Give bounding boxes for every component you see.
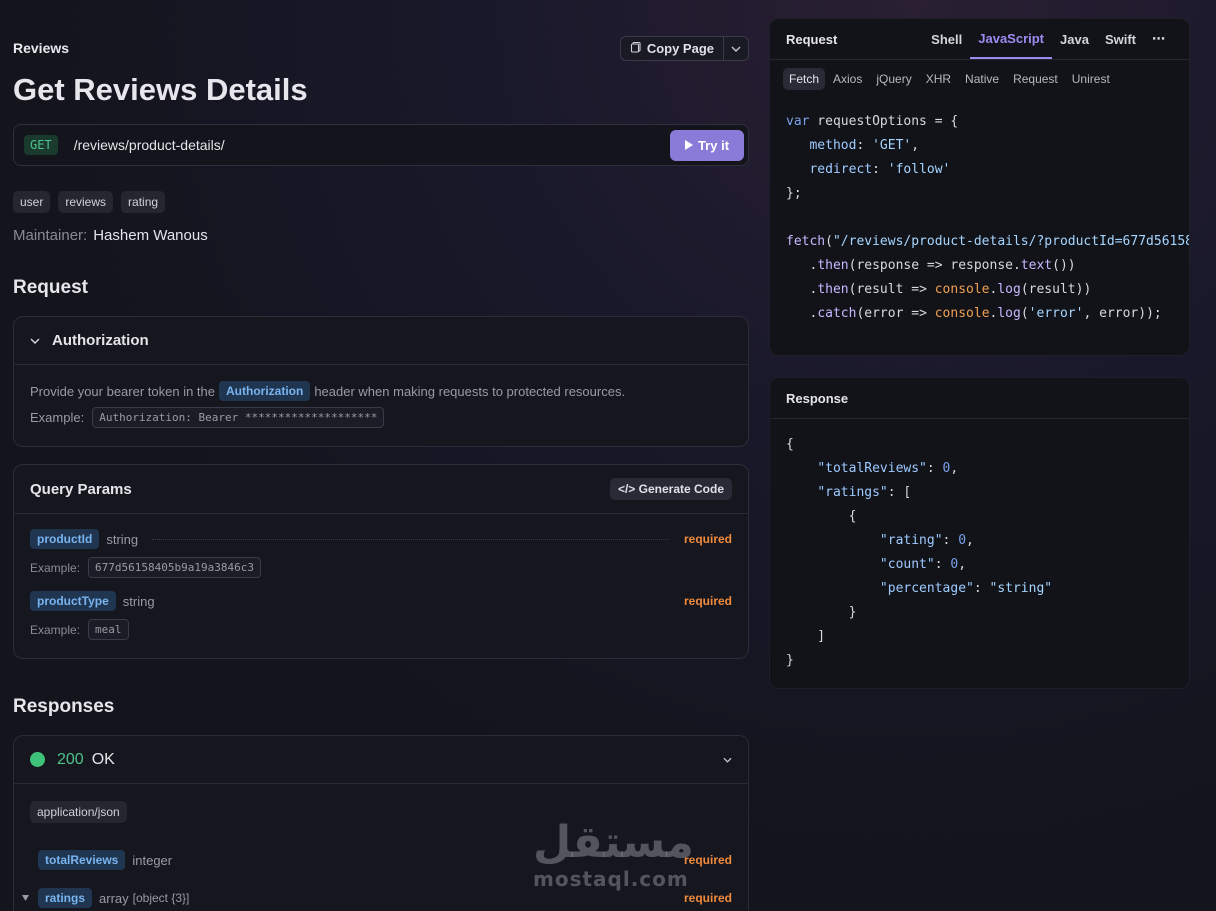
param-name: productType: [30, 591, 116, 611]
tab-axios[interactable]: Axios: [827, 68, 868, 90]
param-product-id: productId string required Example: 677d5…: [30, 529, 732, 578]
copy-icon: [630, 41, 642, 56]
param-type: string: [122, 593, 155, 609]
tag-list: user reviews rating: [13, 191, 166, 213]
response-200-header[interactable]: 200 OK: [14, 736, 748, 784]
status-text: OK: [91, 750, 115, 768]
required-label: required: [683, 891, 732, 905]
watermark-logo: مستقل mostaql.com: [533, 817, 694, 891]
responses-heading: Responses: [13, 696, 115, 717]
authorization-title: Authorization: [52, 332, 149, 349]
example-label: Example:: [30, 410, 85, 425]
divider: [152, 538, 668, 540]
tag: reviews: [58, 191, 114, 213]
chevron-down-icon: [30, 337, 40, 344]
content-type-badge: application/json: [30, 801, 127, 823]
generate-code-label: Generate Code: [638, 482, 724, 496]
tab-jquery[interactable]: jQuery: [870, 68, 917, 90]
authorization-text: header when making requests to protected…: [314, 383, 626, 399]
query-params-card: Query Params </> Generate Code productId…: [13, 464, 749, 659]
query-params-title: Query Params: [30, 480, 132, 498]
tab-request[interactable]: Request: [1007, 68, 1064, 90]
maintainer: Maintainer: Hashem Wanous: [13, 227, 208, 244]
generate-code-button[interactable]: </> Generate Code: [609, 478, 732, 500]
watermark-latin: mostaql.com: [533, 867, 689, 891]
example-value: Authorization: Bearer ******************…: [92, 407, 385, 428]
example-label: Example:: [30, 560, 81, 575]
field-ratings: ratings array [object {3}] required: [22, 888, 732, 908]
header-name-badge: Authorization: [219, 381, 311, 401]
library-tabs: Fetch Axios jQuery XHR Native Request Un…: [770, 60, 1189, 98]
query-params-header: Query Params </> Generate Code: [14, 465, 748, 514]
chevron-down-icon[interactable]: [724, 37, 748, 60]
response-code-block[interactable]: { "totalReviews": 0, "ratings": [ { "rat…: [770, 433, 1189, 673]
breadcrumb[interactable]: Reviews: [13, 40, 69, 56]
try-it-button[interactable]: Try it: [670, 129, 744, 161]
request-code-panel: Request Shell JavaScript Java Swift ⋯ Fe…: [769, 18, 1190, 356]
response-panel-header: Response: [770, 378, 1189, 419]
tab-swift[interactable]: Swift: [1097, 19, 1144, 59]
endpoint-bar: GET /reviews/product-details/ Try it: [13, 124, 749, 166]
request-panel-title: Request: [786, 31, 838, 47]
required-label: required: [683, 532, 732, 546]
copy-page-button[interactable]: Copy Page: [621, 37, 724, 60]
required-label: required: [683, 594, 732, 608]
example-value: meal: [88, 619, 129, 640]
tab-shell[interactable]: Shell: [923, 19, 970, 59]
example-label: Example:: [30, 622, 81, 637]
request-heading: Request: [13, 277, 88, 298]
chevron-down-icon: [723, 757, 732, 763]
endpoint-path: /reviews/product-details/: [73, 137, 225, 153]
authorization-header[interactable]: Authorization: [14, 317, 748, 365]
copy-page-group: Copy Page: [619, 36, 749, 61]
more-icon[interactable]: ⋯: [1144, 19, 1173, 59]
copy-page-label: Copy Page: [646, 41, 714, 56]
tab-java[interactable]: Java: [1052, 19, 1097, 59]
param-product-type: productType string required Example: mea…: [30, 591, 732, 640]
caret-down-icon[interactable]: [22, 895, 29, 901]
response-example-panel: Response { "totalReviews": 0, "ratings":…: [769, 377, 1190, 689]
authorization-body: Provide your bearer token in the Authori…: [14, 365, 748, 444]
status-dot-icon: [30, 752, 45, 767]
authorization-text: Provide your bearer token in the: [30, 383, 215, 399]
field-name: ratings: [38, 888, 93, 908]
field-name: totalReviews: [38, 850, 126, 870]
tag: user: [13, 191, 51, 213]
tab-fetch[interactable]: Fetch: [783, 68, 826, 90]
response-panel-title: Response: [786, 390, 849, 406]
field-subtype: [object {3}]: [132, 891, 190, 905]
param-type: string: [106, 531, 139, 547]
maintainer-name: Hashem Wanous: [93, 227, 208, 244]
request-code-block[interactable]: var requestOptions = { method: 'GET', re…: [770, 110, 1189, 326]
page-title: Get Reviews Details: [13, 72, 308, 107]
try-it-label: Try it: [697, 137, 730, 153]
tag: rating: [121, 191, 166, 213]
method-badge: GET: [24, 135, 58, 155]
field-type: integer: [132, 852, 173, 868]
status-code: 200: [57, 750, 84, 768]
tab-javascript[interactable]: JavaScript: [970, 19, 1053, 59]
tab-native[interactable]: Native: [959, 68, 1005, 90]
tab-unirest[interactable]: Unirest: [1066, 68, 1116, 90]
language-tabs: Shell JavaScript Java Swift ⋯: [923, 19, 1173, 59]
code-icon: </>: [617, 482, 636, 496]
authorization-card: Authorization Provide your bearer token …: [13, 316, 749, 447]
maintainer-label: Maintainer:: [13, 227, 88, 244]
field-type: array: [99, 890, 129, 906]
play-icon: [684, 138, 693, 153]
param-name: productId: [30, 529, 100, 549]
watermark-arabic: مستقل: [533, 817, 694, 868]
tab-xhr[interactable]: XHR: [920, 68, 957, 90]
request-panel-header: Request Shell JavaScript Java Swift ⋯: [770, 19, 1189, 60]
example-value: 677d56158405b9a19a3846c3: [88, 557, 261, 578]
